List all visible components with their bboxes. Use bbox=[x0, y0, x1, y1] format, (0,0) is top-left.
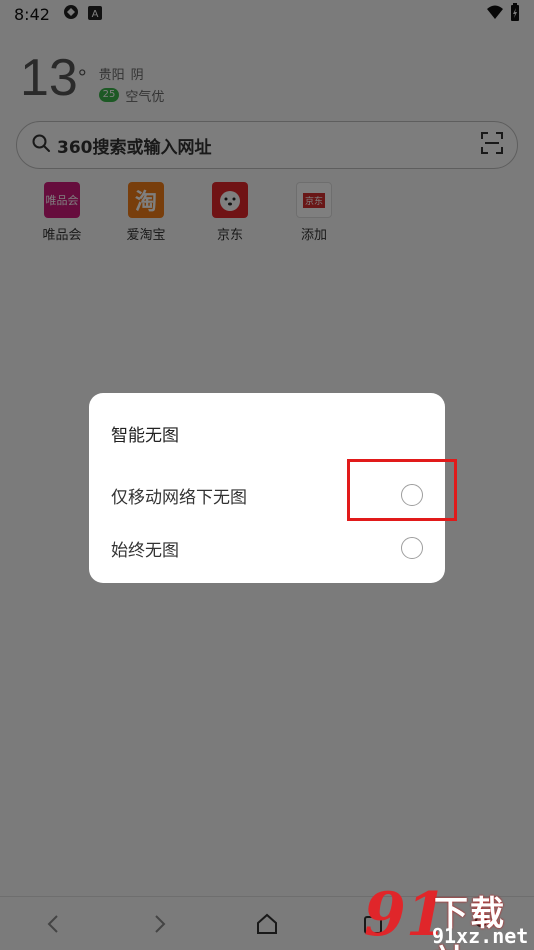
highlight-box bbox=[347, 459, 457, 521]
dialog-title: 智能无图 bbox=[111, 426, 179, 446]
option-label: 仅移动网络下无图 bbox=[111, 487, 247, 508]
watermark: 91 下载站 91xz.net bbox=[362, 880, 534, 950]
watermark-bottom-text: 91xz.net bbox=[432, 924, 529, 948]
option-always[interactable]: 始终无图 bbox=[89, 522, 445, 574]
option-label: 始终无图 bbox=[111, 540, 179, 561]
radio-always[interactable] bbox=[401, 537, 423, 559]
